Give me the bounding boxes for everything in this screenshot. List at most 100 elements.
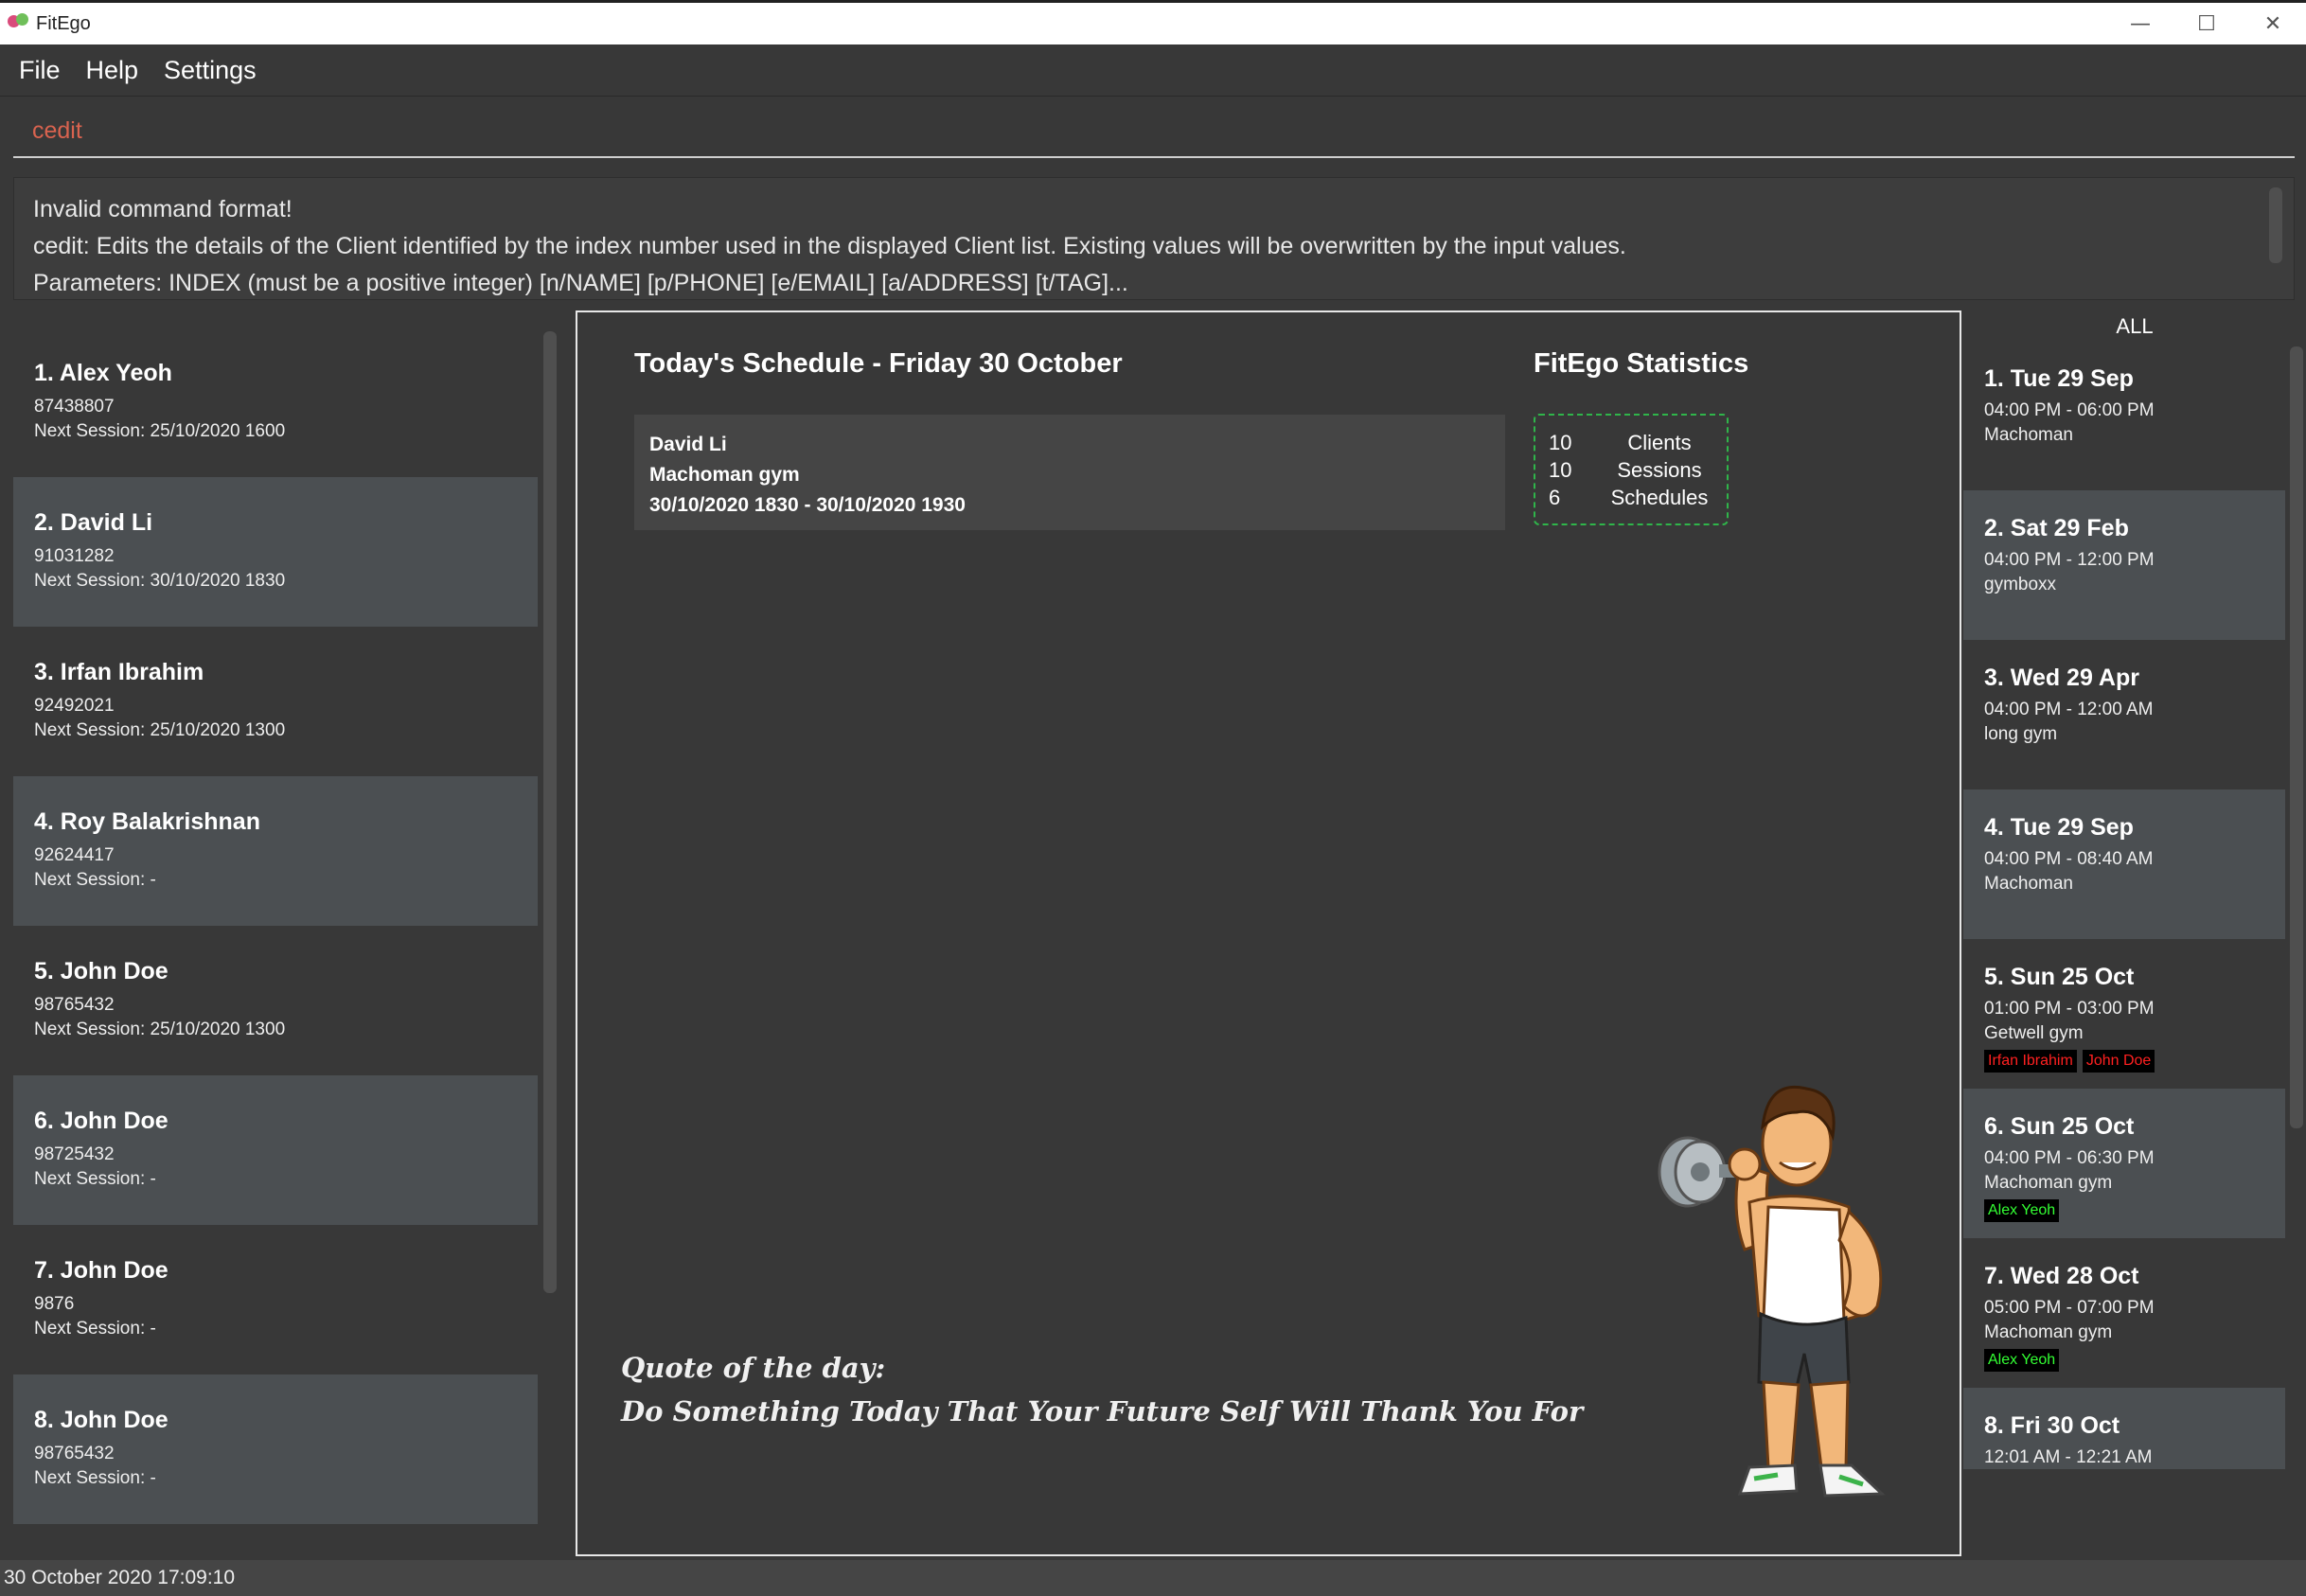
- today-session-card[interactable]: David Li Machoman gym 30/10/2020 1830 - …: [634, 415, 1505, 530]
- client-card[interactable]: 3. Irfan Ibrahim 92492021 Next Session: …: [13, 627, 538, 776]
- client-next-session: Next Session: -: [34, 1468, 156, 1488]
- client-phone: 91031282: [34, 546, 115, 566]
- schedule-card[interactable]: 7. Wed 28 Oct 05:00 PM - 07:00 PM Machom…: [1963, 1238, 2285, 1388]
- schedule-date: 3. Wed 29 Apr: [1984, 665, 2139, 691]
- stat-value: 10: [1549, 431, 1572, 454]
- client-next-session: Next Session: -: [34, 1169, 156, 1189]
- stat-label: Clients: [1627, 431, 1692, 454]
- schedule-time: 04:00 PM - 06:00 PM: [1984, 400, 2155, 420]
- result-line: Parameters: INDEX (must be a positive in…: [33, 270, 1128, 296]
- schedule-card[interactable]: 3. Wed 29 Apr 04:00 PM - 12:00 AM long g…: [1963, 640, 2285, 789]
- client-list-scrollbar[interactable]: [543, 331, 557, 1293]
- client-card[interactable]: 4. Roy Balakrishnan 92624417 Next Sessio…: [13, 776, 538, 926]
- schedule-location: Machoman gym: [1984, 1173, 2113, 1193]
- client-phone: 87438807: [34, 397, 115, 417]
- client-phone: 98725432: [34, 1144, 115, 1164]
- schedule-card[interactable]: 5. Sun 25 Oct 01:00 PM - 03:00 PM Getwel…: [1963, 939, 2285, 1089]
- schedule-location: Machoman gym: [1984, 1322, 2113, 1342]
- stat-row-sessions: 10 Sessions: [1549, 456, 1713, 484]
- status-bar: 30 October 2020 17:09:10: [0, 1560, 2306, 1596]
- session-client: David Li: [649, 434, 727, 455]
- client-card[interactable]: 6. John Doe 98725432 Next Session: -: [13, 1075, 538, 1225]
- client-name: 6. John Doe: [34, 1108, 169, 1134]
- client-name: 5. John Doe: [34, 958, 169, 984]
- command-text: cedit: [32, 117, 82, 144]
- client-name: 7. John Doe: [34, 1257, 169, 1284]
- stat-label: Schedules: [1610, 486, 1709, 509]
- schedule-filter-label: ALL: [2116, 314, 2154, 338]
- schedule-date: 2. Sat 29 Feb: [1984, 515, 2129, 541]
- client-phone: 98765432: [34, 1444, 115, 1463]
- client-card[interactable]: 2. David Li 91031282 Next Session: 30/10…: [13, 477, 538, 627]
- schedule-tags: Alex Yeoh: [1984, 1199, 2264, 1222]
- schedule-card[interactable]: 2. Sat 29 Feb 04:00 PM - 12:00 PM gymbox…: [1963, 490, 2285, 640]
- client-name: 4. Roy Balakrishnan: [34, 808, 260, 835]
- menu-settings[interactable]: Settings: [164, 56, 257, 85]
- client-next-session: Next Session: -: [34, 1319, 156, 1339]
- today-schedule-title: Today's Schedule - Friday 30 October: [634, 348, 1123, 379]
- result-line: Invalid command format!: [33, 196, 293, 222]
- status-datetime: 30 October 2020 17:09:10: [4, 1567, 236, 1588]
- client-card[interactable]: 8. John Doe 98765432 Next Session: -: [13, 1374, 538, 1524]
- schedule-date: 7. Wed 28 Oct: [1984, 1263, 2139, 1289]
- schedule-card[interactable]: 1. Tue 29 Sep 04:00 PM - 06:00 PM Machom…: [1963, 341, 2285, 490]
- schedule-time: 04:00 PM - 06:30 PM: [1984, 1148, 2155, 1168]
- schedule-tags: Alex Yeoh: [1984, 1349, 2264, 1372]
- client-card[interactable]: 7. John Doe 9876 Next Session: -: [13, 1225, 538, 1374]
- result-scrollbar[interactable]: [2269, 187, 2282, 263]
- schedule-list-panel: ALL 1. Tue 29 Sep 04:00 PM - 06:00 PM Ma…: [1963, 310, 2306, 1556]
- client-card[interactable]: 5. John Doe 98765432 Next Session: 25/10…: [13, 926, 538, 1075]
- schedule-time: 04:00 PM - 12:00 AM: [1984, 700, 2154, 719]
- client-tag: John Doe: [2082, 1050, 2155, 1073]
- quote-of-the-day: Quote of the day: Do Something Today Tha…: [621, 1346, 1583, 1433]
- client-name: 3. Irfan Ibrahim: [34, 659, 204, 685]
- schedule-card[interactable]: 4. Tue 29 Sep 04:00 PM - 08:40 AM Machom…: [1963, 789, 2285, 939]
- result-line: cedit: Edits the details of the Client i…: [33, 233, 1626, 259]
- stat-value: 6: [1549, 486, 1561, 509]
- client-list-panel: 1. Alex Yeoh 87438807 Next Session: 25/1…: [0, 310, 560, 1556]
- schedule-location: Getwell gym: [1984, 1023, 2084, 1043]
- client-next-session: Next Session: 25/10/2020 1300: [34, 1020, 286, 1039]
- window-title: FitEgo: [36, 12, 91, 34]
- schedule-location: Machoman: [1984, 425, 2073, 445]
- result-display: Invalid command format! cedit: Edits the…: [13, 177, 2295, 300]
- schedule-time: 12:01 AM - 12:21 AM: [1984, 1447, 2153, 1467]
- schedule-location: Machoman: [1984, 874, 2073, 894]
- statistics-title: FitEgo Statistics: [1534, 348, 1749, 379]
- bodybuilder-mascot-image: [1658, 1085, 1886, 1498]
- client-tag: Irfan Ibrahim: [1984, 1050, 2077, 1073]
- session-gym: Machoman gym: [649, 464, 800, 486]
- client-card[interactable]: 1. Alex Yeoh 87438807 Next Session: 25/1…: [13, 328, 538, 477]
- minimize-button[interactable]: —: [2107, 3, 2173, 44]
- schedule-list-scrollbar[interactable]: [2290, 346, 2303, 1128]
- schedule-tags: Irfan Ibrahim John Doe: [1984, 1050, 2264, 1073]
- schedule-date: 8. Fri 30 Oct: [1984, 1412, 2120, 1439]
- client-phone: 98765432: [34, 995, 115, 1015]
- stat-label: Sessions: [1617, 458, 1702, 482]
- schedule-card[interactable]: 6. Sun 25 Oct 04:00 PM - 06:30 PM Machom…: [1963, 1089, 2285, 1238]
- schedule-list: 1. Tue 29 Sep 04:00 PM - 06:00 PM Machom…: [1963, 341, 2285, 1469]
- schedule-date: 6. Sun 25 Oct: [1984, 1113, 2135, 1140]
- stat-row-schedules: 6 Schedules: [1549, 484, 1713, 511]
- client-tag: Alex Yeoh: [1984, 1199, 2060, 1222]
- client-next-session: Next Session: 30/10/2020 1830: [34, 571, 286, 591]
- client-phone: 92492021: [34, 696, 115, 716]
- app-logo-icon: [8, 13, 28, 34]
- schedule-time: 01:00 PM - 03:00 PM: [1984, 999, 2155, 1019]
- menu-file[interactable]: File: [19, 56, 61, 85]
- maximize-button[interactable]: ☐: [2173, 3, 2240, 44]
- client-next-session: Next Session: 25/10/2020 1600: [34, 421, 286, 441]
- schedule-card[interactable]: 8. Fri 30 Oct 12:01 AM - 12:21 AM: [1963, 1388, 2285, 1469]
- schedule-time: 05:00 PM - 07:00 PM: [1984, 1298, 2155, 1318]
- menu-help[interactable]: Help: [86, 56, 139, 85]
- client-name: 1. Alex Yeoh: [34, 360, 172, 386]
- close-button[interactable]: ✕: [2240, 3, 2306, 44]
- session-time: 30/10/2020 1830 - 30/10/2020 1930: [649, 494, 966, 516]
- schedule-date: 4. Tue 29 Sep: [1984, 814, 2134, 841]
- menu-bar: File Help Settings: [0, 44, 2306, 97]
- schedule-location: gymboxx: [1984, 575, 2057, 594]
- window-controls: — ☐ ✕: [2107, 3, 2306, 44]
- client-name: 8. John Doe: [34, 1407, 169, 1433]
- schedule-time: 04:00 PM - 08:40 AM: [1984, 849, 2154, 869]
- command-input[interactable]: cedit: [13, 106, 2295, 158]
